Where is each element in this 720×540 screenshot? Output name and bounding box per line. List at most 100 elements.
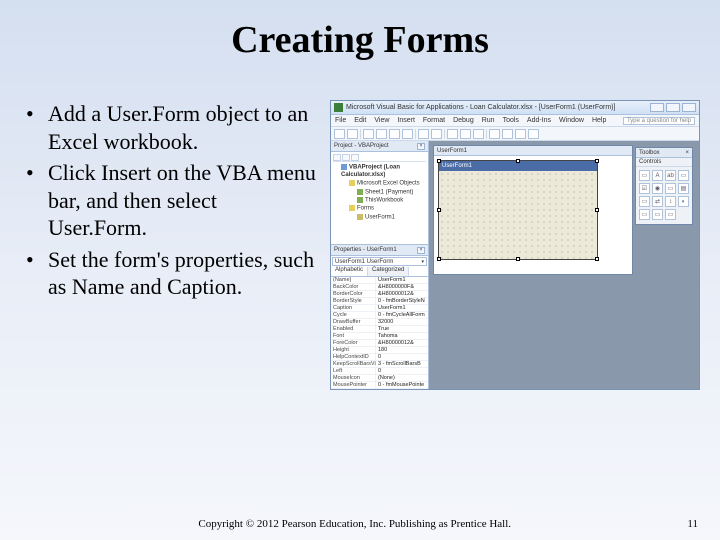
bullet-item: Click Insert on the VBA menu bar, and th…: [20, 159, 318, 242]
tree-root[interactable]: VBAProject (Loan Calculator.xlsx): [333, 164, 426, 180]
handle[interactable]: [595, 257, 599, 261]
handle[interactable]: [595, 208, 599, 212]
pane-close-icon[interactable]: ×: [417, 247, 425, 254]
properties-pane-header: Properties - UserForm1 ×: [331, 245, 428, 256]
minimize-button[interactable]: [650, 103, 664, 112]
vba-toolbar: [331, 127, 699, 141]
toolbox-close-icon[interactable]: ×: [685, 150, 689, 156]
menu-addins[interactable]: Add-Ins: [527, 117, 551, 124]
toolbar-btn[interactable]: [363, 129, 374, 139]
project-tree-toolbar: [333, 154, 426, 162]
tree-sheet1[interactable]: Sheet1 (Payment): [333, 189, 426, 197]
tree-toolbar-btn[interactable]: [333, 154, 341, 161]
handle[interactable]: [437, 159, 441, 163]
bullet-list: Add a User.Form object to an Excel workb…: [20, 100, 318, 390]
tree-toolbar-btn[interactable]: [342, 154, 350, 161]
separator: [360, 129, 361, 139]
project-tree[interactable]: VBAProject (Loan Calculator.xlsx) Micros…: [331, 152, 428, 245]
form-designer-title: UserForm1: [434, 146, 632, 156]
copyright-text: Copyright © 2012 Pearson Education, Inc.…: [22, 518, 687, 530]
properties-tabs: Alphabetic Categorized: [331, 267, 428, 277]
tool-scrollbar-icon[interactable]: ↕: [665, 196, 676, 207]
prop-row: KeepScrollBarsVi3 - fmScrollBarsB: [331, 361, 428, 368]
tree-thisworkbook[interactable]: ThisWorkbook: [333, 197, 426, 205]
tool-pointer-icon[interactable]: ▭: [639, 170, 650, 181]
tool-tabstrip-icon[interactable]: ⇄: [652, 196, 663, 207]
toolbox-tab-controls[interactable]: Controls: [636, 158, 692, 167]
menu-run[interactable]: Run: [482, 117, 495, 124]
sheet-icon: [357, 189, 363, 195]
prop-row: MousePointer0 - fmMousePointe: [331, 382, 428, 389]
menu-view[interactable]: View: [374, 117, 389, 124]
menu-insert[interactable]: Insert: [397, 117, 415, 124]
tree-forms-folder[interactable]: Forms: [333, 205, 426, 213]
menu-help[interactable]: Help: [592, 117, 606, 124]
tab-alphabetic[interactable]: Alphabetic: [331, 267, 368, 276]
tool-textbox-icon[interactable]: ab: [665, 170, 676, 181]
help-search-box[interactable]: Type a question for help: [623, 117, 695, 125]
menu-file[interactable]: File: [335, 117, 346, 124]
toolbar-btn[interactable]: [334, 129, 345, 139]
toolbar-btn[interactable]: [489, 129, 500, 139]
tool-frame-icon[interactable]: ▭: [665, 183, 676, 194]
menu-debug[interactable]: Debug: [453, 117, 474, 124]
tool-spinbutton-icon[interactable]: ◐: [678, 196, 689, 207]
toolbar-btn[interactable]: [431, 129, 442, 139]
workbook-icon: [357, 197, 363, 203]
pane-close-icon[interactable]: ×: [417, 143, 425, 150]
handle[interactable]: [516, 257, 520, 261]
app-icon: [334, 103, 343, 112]
prop-row: Height180: [331, 347, 428, 354]
prop-row: Cycle0 - fmCycleAllForm: [331, 312, 428, 319]
toolbar-btn[interactable]: [347, 129, 358, 139]
page-number: 11: [687, 518, 698, 530]
toolbar-btn[interactable]: [402, 129, 413, 139]
prop-row: ForeColor&H80000012&: [331, 340, 428, 347]
menu-edit[interactable]: Edit: [354, 117, 366, 124]
tool-combobox-icon[interactable]: ▭: [678, 170, 689, 181]
toolbox-window[interactable]: Toolbox × Controls ▭ A ab ▭ ☑ ◉ ▭ ▤: [635, 147, 693, 225]
toolbar-btn[interactable]: [515, 129, 526, 139]
form-designer-window[interactable]: UserForm1 UserForm1: [433, 145, 633, 275]
toolbar-btn[interactable]: [376, 129, 387, 139]
toolbar-btn[interactable]: [460, 129, 471, 139]
toolbar-btn[interactable]: [447, 129, 458, 139]
vba-ide-window: Microsoft Visual Basic for Applications …: [330, 100, 700, 390]
toolbar-btn[interactable]: [502, 129, 513, 139]
toolbar-btn[interactable]: [528, 129, 539, 139]
toolbar-btn[interactable]: [418, 129, 429, 139]
tool-checkbox-icon[interactable]: ☑: [639, 183, 650, 194]
tool-toggle-icon[interactable]: ▭: [665, 209, 676, 220]
properties-grid[interactable]: (Name)UserForm1 BackColor&H8000000F& Bor…: [331, 277, 428, 389]
tool-option-icon[interactable]: ◉: [652, 183, 663, 194]
menu-window[interactable]: Window: [559, 117, 584, 124]
userform-canvas[interactable]: UserForm1: [438, 160, 598, 260]
tree-userform1[interactable]: UserForm1: [333, 214, 426, 222]
toolbar-btn[interactable]: [473, 129, 484, 139]
handle[interactable]: [516, 159, 520, 163]
close-button[interactable]: [682, 103, 696, 112]
tab-categorized[interactable]: Categorized: [368, 267, 409, 276]
tool-label-icon[interactable]: A: [652, 170, 663, 181]
tree-toolbar-btn[interactable]: [351, 154, 359, 161]
menu-format[interactable]: Format: [423, 117, 445, 124]
prop-row: (Name)UserForm1: [331, 277, 428, 284]
maximize-button[interactable]: [666, 103, 680, 112]
tool-image-icon[interactable]: ▭: [639, 209, 650, 220]
tree-excel-objects[interactable]: Microsoft Excel Objects: [333, 180, 426, 188]
tool-listbox-icon[interactable]: ▤: [678, 183, 689, 194]
content-row: Add a User.Form object to an Excel workb…: [0, 100, 720, 390]
tool-multipage-icon[interactable]: ▭: [652, 209, 663, 220]
toolbar-btn[interactable]: [389, 129, 400, 139]
properties-pane-title: Properties - UserForm1: [334, 247, 397, 253]
menu-tools[interactable]: Tools: [503, 117, 519, 124]
design-grid: [439, 171, 597, 259]
handle[interactable]: [437, 208, 441, 212]
tool-commandbutton-icon[interactable]: ▭: [639, 196, 650, 207]
handle[interactable]: [595, 159, 599, 163]
project-pane-title: Project - VBAProject: [334, 143, 389, 149]
handle[interactable]: [437, 257, 441, 261]
properties-object-dropdown[interactable]: UserForm1 UserForm: [332, 257, 427, 266]
slide-title: Creating Forms: [0, 0, 720, 62]
separator: [486, 129, 487, 139]
